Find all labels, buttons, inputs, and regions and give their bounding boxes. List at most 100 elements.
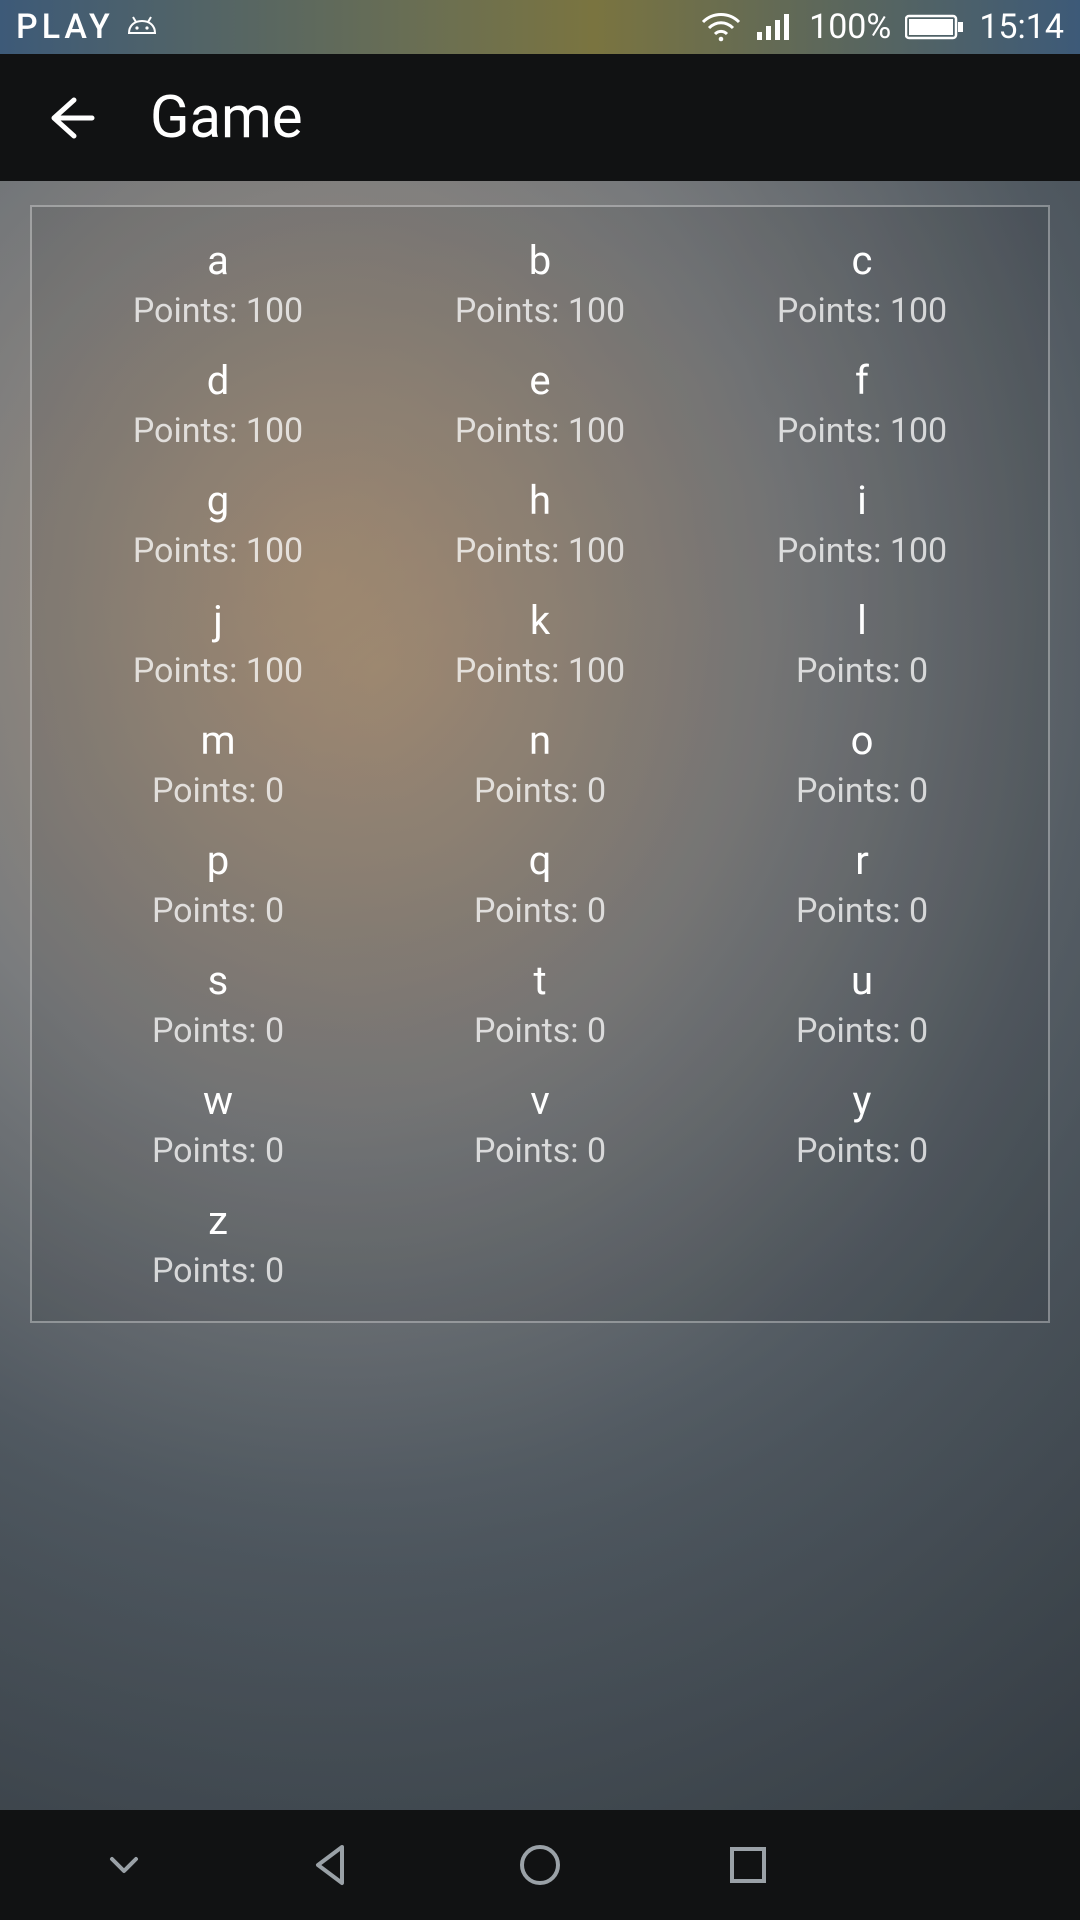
letter-points: Points: 100 [777, 291, 947, 331]
letter-label: s [208, 961, 229, 1001]
letter-points: Points: 0 [796, 771, 928, 811]
letter-points: Points: 0 [796, 1011, 928, 1051]
nav-back-button[interactable] [262, 1830, 402, 1900]
battery-percent: 100% [809, 7, 891, 47]
letter-points: Points: 100 [777, 411, 947, 451]
circle-icon [512, 1837, 568, 1893]
letter-label: m [200, 721, 235, 761]
navigation-bar [0, 1810, 1080, 1920]
letter-cell-i[interactable]: i Points: 100 [706, 481, 1018, 571]
arrow-left-icon [40, 88, 100, 148]
letter-cell-w[interactable]: w Points: 0 [62, 1081, 374, 1171]
letter-label: o [851, 721, 874, 761]
letter-cell-s[interactable]: s Points: 0 [62, 961, 374, 1051]
letter-label: q [529, 841, 552, 881]
letter-label: a [207, 241, 229, 281]
letter-label: w [203, 1081, 233, 1121]
letter-label: y [853, 1081, 872, 1121]
letter-label: d [207, 361, 230, 401]
letter-points: Points: 100 [133, 531, 303, 571]
letter-cell-u[interactable]: u Points: 0 [706, 961, 1018, 1051]
letter-label: p [207, 841, 229, 881]
letter-cell-k[interactable]: k Points: 100 [384, 601, 696, 691]
back-button[interactable] [30, 78, 110, 158]
letter-cell-p[interactable]: p Points: 0 [62, 841, 374, 931]
letter-label: n [529, 721, 551, 761]
letter-label: g [207, 481, 229, 521]
letter-points: Points: 0 [796, 1131, 928, 1171]
app-bar: Game [0, 54, 1080, 181]
page-title: Game [150, 84, 303, 152]
letter-points: Points: 0 [152, 891, 284, 931]
letter-label: h [529, 481, 551, 521]
letter-points: Points: 100 [133, 291, 303, 331]
letter-cell-z[interactable]: z Points: 0 [62, 1201, 374, 1291]
letter-cell-t[interactable]: t Points: 0 [384, 961, 696, 1051]
letter-points: Points: 100 [133, 651, 303, 691]
letter-label: t [533, 961, 546, 1001]
letter-label: b [529, 241, 551, 281]
letter-points: Points: 0 [474, 1131, 606, 1171]
letter-cell-q[interactable]: q Points: 0 [384, 841, 696, 931]
letter-label: i [857, 481, 867, 521]
letter-cell-h[interactable]: h Points: 100 [384, 481, 696, 571]
letter-points: Points: 0 [474, 891, 606, 931]
letter-points: Points: 0 [474, 771, 606, 811]
wifi-icon [701, 12, 741, 42]
letter-points: Points: 0 [152, 1131, 284, 1171]
letter-points: Points: 0 [152, 771, 284, 811]
letter-label: v [530, 1081, 549, 1121]
letter-points: Points: 100 [133, 411, 303, 451]
status-bar: PLAY [0, 0, 1080, 54]
nav-hide-button[interactable] [54, 1830, 194, 1900]
status-left: PLAY [16, 7, 160, 47]
letter-points: Points: 100 [455, 651, 625, 691]
letter-cell-d[interactable]: d Points: 100 [62, 361, 374, 451]
letter-cell-n[interactable]: n Points: 0 [384, 721, 696, 811]
letter-label: u [851, 961, 873, 1001]
letter-points: Points: 100 [455, 411, 625, 451]
letter-points: Points: 0 [796, 651, 928, 691]
letter-points: Points: 0 [474, 1011, 606, 1051]
android-icon [124, 13, 160, 41]
status-right: 100% 15:14 [701, 7, 1064, 47]
letter-points: Points: 0 [152, 1011, 284, 1051]
letter-cell-j[interactable]: j Points: 100 [62, 601, 374, 691]
signal-icon [755, 12, 795, 42]
letter-cell-y[interactable]: y Points: 0 [706, 1081, 1018, 1171]
square-icon [720, 1837, 776, 1893]
letter-label: l [857, 601, 867, 641]
nav-spacer [886, 1830, 1026, 1900]
letter-cell-f[interactable]: f Points: 100 [706, 361, 1018, 451]
letter-cell-m[interactable]: m Points: 0 [62, 721, 374, 811]
letter-points: Points: 100 [455, 531, 625, 571]
letter-cell-c[interactable]: c Points: 100 [706, 241, 1018, 331]
letter-cell-o[interactable]: o Points: 0 [706, 721, 1018, 811]
letter-label: z [208, 1201, 228, 1241]
letter-points: Points: 100 [455, 291, 625, 331]
letter-cell-e[interactable]: ePoints: 100 [384, 361, 696, 451]
nav-recents-button[interactable] [678, 1830, 818, 1900]
letter-cell-l[interactable]: l Points: 0 [706, 601, 1018, 691]
letter-label: f [855, 361, 869, 401]
content-area: a Points: 100 b Points: 100 c Points: 100 d Poi… [0, 181, 1080, 1810]
letter-cell-g[interactable]: g Points: 100 [62, 481, 374, 571]
chevron-down-icon [102, 1843, 146, 1887]
letter-cell-a[interactable]: a Points: 100 [62, 241, 374, 331]
battery-icon [905, 13, 965, 41]
letter-points: Points: 0 [152, 1251, 284, 1291]
letter-label: j [213, 601, 223, 641]
letter-label: c [852, 241, 873, 281]
letter-points: Points: 100 [777, 531, 947, 571]
carrier-label: PLAY [16, 7, 114, 47]
letter-label: r [855, 841, 869, 881]
letter-label: k [530, 601, 550, 641]
letter-cell-b[interactable]: b Points: 100 [384, 241, 696, 331]
nav-home-button[interactable] [470, 1830, 610, 1900]
letters-panel: a Points: 100 b Points: 100 c Points: 100 d Poi… [30, 205, 1050, 1323]
letters-grid: a Points: 100 b Points: 100 c Points: 100 d Poi… [62, 241, 1018, 1291]
triangle-left-icon [304, 1837, 360, 1893]
letter-cell-r[interactable]: r Points: 0 [706, 841, 1018, 931]
letter-cell-v[interactable]: v Points: 0 [384, 1081, 696, 1171]
letter-points: Points: 0 [796, 891, 928, 931]
